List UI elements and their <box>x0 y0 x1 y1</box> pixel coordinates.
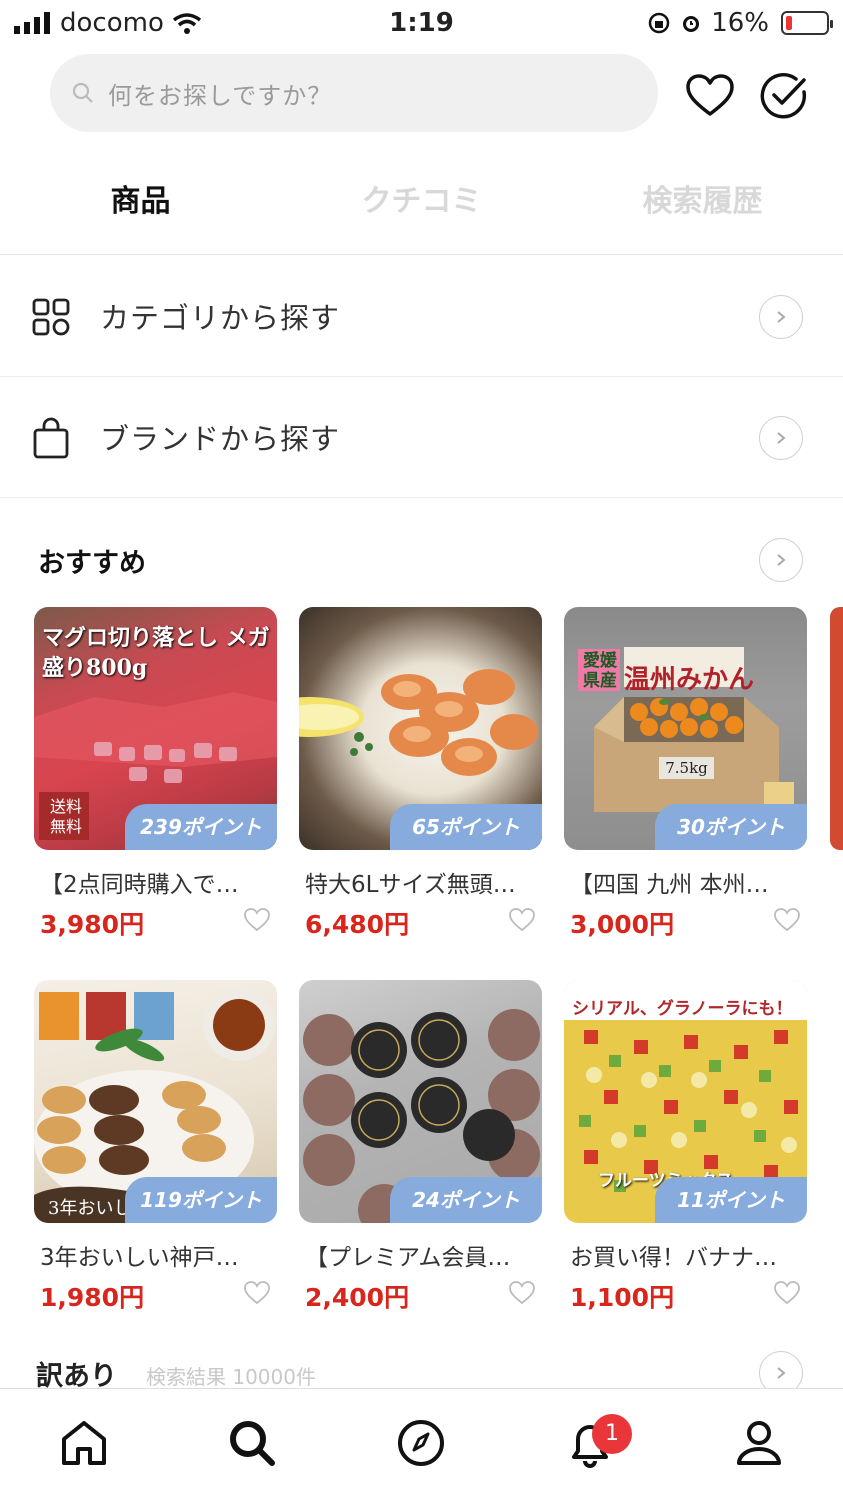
points-badge: 119ポイント <box>125 1177 277 1223</box>
recommend-more-button[interactable] <box>759 538 803 582</box>
product-price: 3,980円 <box>40 910 145 939</box>
chevron-right-icon <box>759 295 803 339</box>
product-price: 6,480円 <box>305 910 410 939</box>
bottom-tab-bar <box>0 1388 843 1499</box>
heart-icon[interactable] <box>508 907 536 933</box>
alarm-icon <box>683 16 700 32</box>
search-icon <box>72 82 93 103</box>
product-image-caption: シリアル、グラノーラにも！ <box>572 999 793 1019</box>
heart-icon[interactable] <box>243 1280 271 1306</box>
browse-by-category-row[interactable]: カテゴリから探す <box>0 256 843 377</box>
product-image-cookies[interactable]: 3年おいしい 119ポイント <box>34 980 277 1223</box>
product-card[interactable]: 24ポイント 【プレミアム会員… 2,400円 <box>299 980 542 1312</box>
origin-label: 愛媛 県産 <box>583 651 617 691</box>
heart-icon[interactable] <box>508 1280 536 1306</box>
product-image-tuna[interactable]: マグロ切り落とし メガ盛り800g 送料 無料 239ポイント <box>34 607 277 850</box>
product-image-caption: 温州みかん <box>624 665 755 695</box>
shopping-bag-icon <box>33 417 69 459</box>
category-label: カテゴリから探す <box>100 301 341 335</box>
points-badge: 239ポイント <box>125 804 277 850</box>
product-image-hamburg[interactable]: 24ポイント <box>299 980 542 1223</box>
heart-icon[interactable] <box>773 907 801 933</box>
product-image-caption: マグロ切り落とし メガ盛り800g <box>42 625 270 681</box>
home-icon[interactable] <box>58 1417 110 1469</box>
battery-icon <box>781 11 833 35</box>
product-card[interactable]: マグロ切り落とし メガ盛り800g 送料 無料 239ポイント 【2点同時購入で… <box>34 607 277 939</box>
points-badge: 24ポイント <box>390 1177 542 1223</box>
battery-percent: 16% <box>711 8 769 38</box>
status-bar: docomo 1:19 16% <box>0 0 843 46</box>
tab-bar-top: 商品 クチコミ 検索履歴 <box>0 150 843 255</box>
compass-icon[interactable] <box>395 1417 447 1469</box>
product-image-shrimp[interactable]: 65ポイント <box>299 607 542 850</box>
product-price: 1,100円 <box>570 1283 675 1312</box>
product-card[interactable]: シリアル、グラノーラにも！ フルーツミックス 11ポイント お買い得！バナナ… … <box>564 980 807 1312</box>
product-image-mikan[interactable]: 温州みかん 愛媛 県産 7.5kg 30ポイント <box>564 607 807 850</box>
product-name: 【2点同時購入で… <box>40 872 239 898</box>
search-placeholder: 何をお探しですか？ <box>108 81 333 110</box>
grid-icon <box>32 298 70 336</box>
search-tab-icon[interactable] <box>226 1417 278 1469</box>
product-card[interactable]: 温州みかん 愛媛 県産 7.5kg 30ポイント 【四国 九州 本州… 3,00… <box>564 607 807 939</box>
favorites-heart-icon[interactable] <box>684 70 736 122</box>
product-name: 特大6Lサイズ無頭… <box>305 872 516 898</box>
product-name: 3年おいしい神戸… <box>40 1245 239 1271</box>
heart-icon[interactable] <box>773 1280 801 1306</box>
wakeari-result-count: 検索結果 10000件 <box>146 1365 316 1389</box>
product-price: 3,000円 <box>570 910 675 939</box>
search-input[interactable]: 何をお探しですか？ <box>50 54 658 132</box>
recommend-section-title: おすすめ <box>38 548 146 579</box>
points-badge: 65ポイント <box>390 804 542 850</box>
tab-reviews[interactable]: クチコミ <box>281 150 562 254</box>
points-badge: 30ポイント <box>655 804 807 850</box>
next-product-peek[interactable] <box>830 607 843 850</box>
tab-products[interactable]: 商品 <box>0 150 281 254</box>
product-card[interactable]: 65ポイント 特大6Lサイズ無頭… 6,480円 <box>299 607 542 939</box>
product-name: 【プレミアム会員… <box>305 1245 511 1271</box>
product-price: 2,400円 <box>305 1283 410 1312</box>
profile-icon[interactable] <box>733 1417 785 1469</box>
chevron-right-icon <box>759 416 803 460</box>
product-card[interactable]: 3年おいしい 119ポイント 3年おいしい神戸… 1,980円 <box>34 980 277 1312</box>
browse-by-brand-row[interactable]: ブランドから探す <box>0 377 843 498</box>
checked-items-icon[interactable] <box>758 70 810 122</box>
points-badge: 11ポイント <box>655 1177 807 1223</box>
product-image-fruit-mix[interactable]: シリアル、グラノーラにも！ フルーツミックス 11ポイント <box>564 980 807 1223</box>
heart-icon[interactable] <box>243 907 271 933</box>
free-shipping-label: 送料 無料 <box>49 797 82 836</box>
product-name: 【四国 九州 本州… <box>570 872 769 898</box>
box-weight-label: 7.5kg <box>665 759 708 777</box>
brand-label: ブランドから探す <box>100 422 341 456</box>
product-name: お買い得！バナナ… <box>570 1245 777 1271</box>
tab-search-history[interactable]: 検索履歴 <box>562 150 843 254</box>
product-price: 1,980円 <box>40 1283 145 1312</box>
notification-badge: 1 <box>592 1414 632 1454</box>
rotation-lock-icon <box>648 12 670 34</box>
